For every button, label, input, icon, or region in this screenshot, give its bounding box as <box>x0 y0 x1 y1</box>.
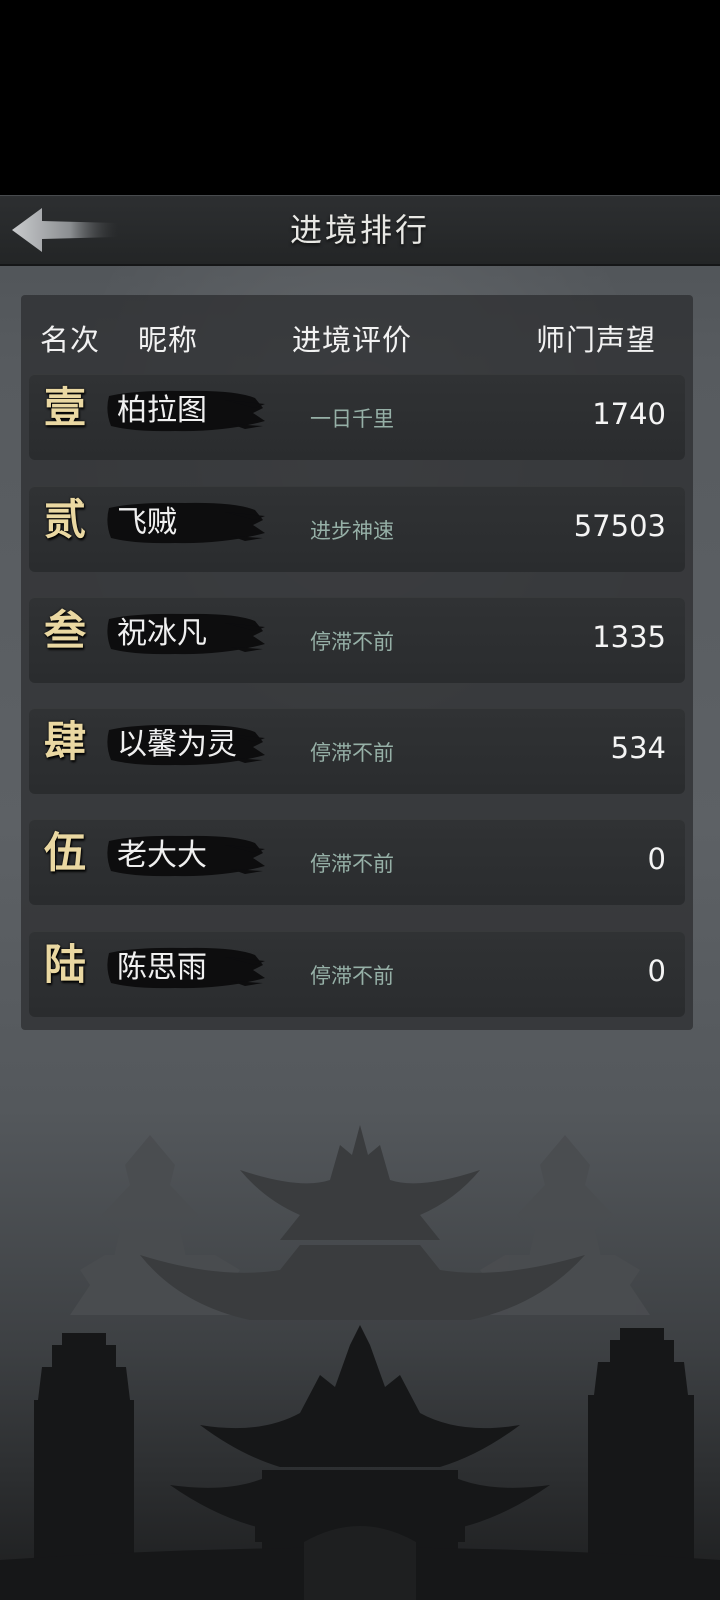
column-header-prestige: 师门声望 <box>536 323 657 357</box>
rank-numeral: 叁 <box>43 606 86 655</box>
ranking-row-2[interactable]: 贰 飞贼 进步神速 57503 <box>29 486 685 572</box>
progress-evaluation: 停滞不前 <box>310 964 394 988</box>
rank-numeral: 肆 <box>43 717 86 766</box>
sect-prestige: 57503 <box>573 509 666 543</box>
back-arrow-icon <box>12 208 118 252</box>
progress-evaluation: 进步神速 <box>310 519 394 543</box>
player-nickname: 以馨为灵 <box>117 727 237 762</box>
progress-evaluation: 停滞不前 <box>310 741 394 765</box>
player-nickname: 陈思雨 <box>117 950 207 985</box>
back-button[interactable] <box>8 204 120 256</box>
player-nickname: 祝冰凡 <box>117 616 207 651</box>
progress-evaluation: 停滞不前 <box>310 852 394 876</box>
ranking-row-4[interactable]: 肆 以馨为灵 停滞不前 534 <box>29 708 685 794</box>
rank-numeral: 贰 <box>43 495 86 544</box>
sect-prestige: 534 <box>610 731 666 765</box>
column-header-evaluation: 进境评价 <box>292 323 413 357</box>
sect-prestige: 0 <box>647 842 666 876</box>
progress-evaluation: 停滞不前 <box>310 630 394 654</box>
sect-prestige: 1335 <box>592 620 666 654</box>
ranking-row-3[interactable]: 叁 祝冰凡 停滞不前 1335 <box>29 597 685 683</box>
sect-prestige: 1740 <box>592 397 666 431</box>
header-bar: 进境排行 <box>0 195 720 266</box>
temple-silhouette-background <box>0 1125 720 1600</box>
rank-numeral: 壹 <box>43 383 86 432</box>
ranking-row-1[interactable]: 壹 柏拉图 一日千里 1740 <box>29 374 685 460</box>
rank-numeral: 伍 <box>43 828 86 877</box>
sect-prestige: 0 <box>647 954 666 988</box>
progress-evaluation: 一日千里 <box>310 407 394 431</box>
player-nickname: 飞贼 <box>117 505 177 540</box>
column-header-rank: 名次 <box>40 323 101 357</box>
player-nickname: 柏拉图 <box>117 393 207 428</box>
ranking-row-5[interactable]: 伍 老大大 停滞不前 0 <box>29 819 685 905</box>
column-header-nickname: 昵称 <box>138 323 199 357</box>
ranking-row-6[interactable]: 陆 陈思雨 停滞不前 0 <box>29 931 685 1017</box>
player-nickname: 老大大 <box>117 838 207 873</box>
screen: 进境排行 名次 昵称 进境评价 师门声望 壹 柏拉图 一日千里 1740 贰 飞 <box>0 0 720 1600</box>
ranking-page: 进境排行 名次 昵称 进境评价 师门声望 壹 柏拉图 一日千里 1740 贰 飞 <box>0 195 720 1600</box>
rank-numeral: 陆 <box>43 940 86 989</box>
